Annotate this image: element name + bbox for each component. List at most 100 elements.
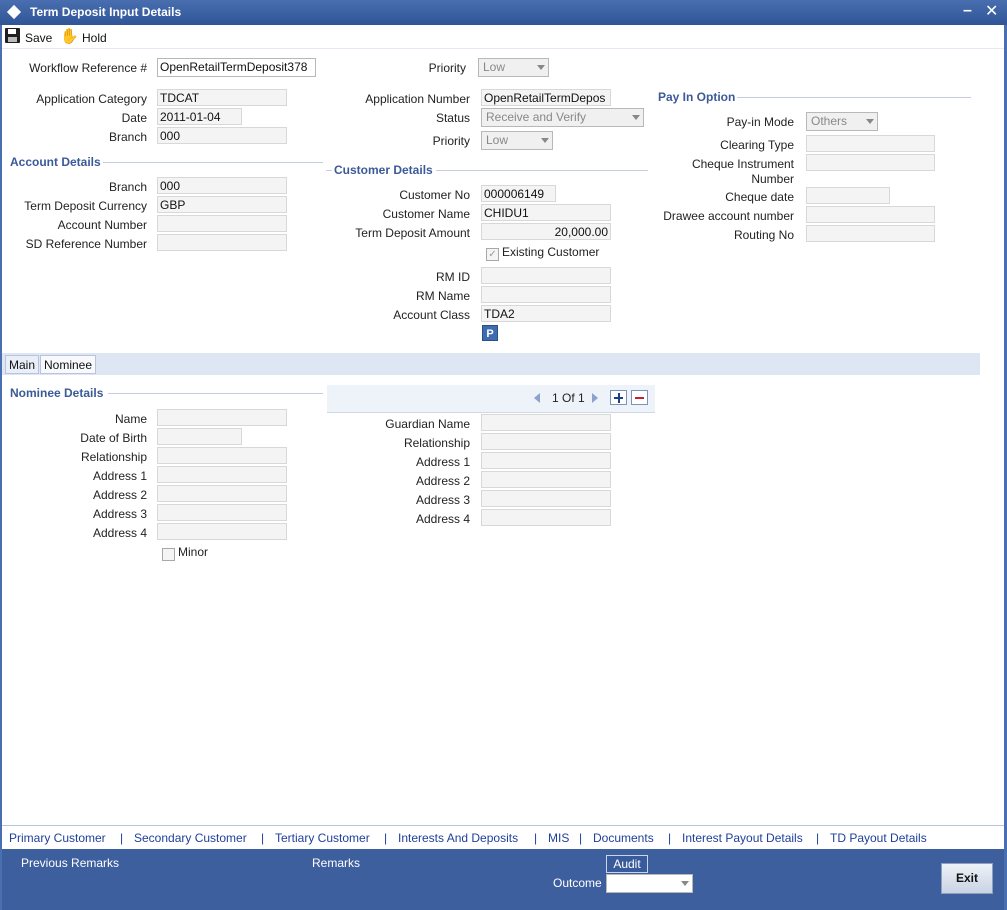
save-icon[interactable]	[5, 28, 20, 43]
customer-name-field[interactable]: CHIDU1	[481, 204, 611, 221]
link-separator: |	[261, 831, 265, 845]
nominee-address1-field[interactable]	[157, 466, 287, 483]
existing-customer-checkbox[interactable]: ✓	[486, 248, 499, 261]
window-frame-left	[0, 25, 2, 910]
td-amount-label: Term Deposit Amount	[355, 226, 470, 240]
cheque-instrument-field[interactable]	[806, 154, 935, 171]
existing-customer-label: Existing Customer	[502, 245, 600, 259]
link-interest-payout[interactable]: Interest Payout Details	[682, 831, 803, 845]
pager-text: 1 Of 1	[552, 391, 585, 405]
guardian-name-field[interactable]	[481, 414, 611, 431]
link-separator: |	[120, 831, 124, 845]
drawee-account-label: Drawee account number	[663, 209, 794, 223]
branch-field[interactable]: 000	[157, 127, 287, 144]
customer-details-divider-left	[326, 170, 332, 171]
hold-hand-icon[interactable]: ✋	[60, 27, 79, 45]
customer-no-field[interactable]: 000006149	[481, 185, 556, 202]
workflow-ref-label: Workflow Reference #	[29, 61, 147, 75]
pay-in-mode-label: Pay-in Mode	[726, 115, 794, 129]
account-class-field[interactable]: TDA2	[481, 305, 611, 322]
delete-row-icon[interactable]	[631, 390, 648, 405]
routing-no-field[interactable]	[806, 225, 935, 242]
workflow-ref-field[interactable]: OpenRetailTermDeposit378	[157, 58, 316, 77]
guardian-relationship-field[interactable]	[481, 433, 611, 450]
pay-in-title: Pay In Option	[658, 90, 736, 104]
footer-bar	[2, 849, 1004, 910]
account-class-lookup-button[interactable]: P	[482, 325, 498, 341]
title-bar: Term Deposit Input Details – ✕	[0, 0, 1007, 25]
customer-details-divider	[436, 170, 648, 171]
nominee-details-title: Nominee Details	[10, 386, 104, 400]
status-select[interactable]: Receive and Verify	[481, 108, 644, 127]
app-category-field[interactable]: TDCAT	[157, 89, 287, 106]
link-tertiary-customer[interactable]: Tertiary Customer	[275, 831, 370, 845]
minor-label: Minor	[178, 545, 209, 559]
outcome-select[interactable]	[606, 874, 693, 893]
link-documents[interactable]: Documents	[593, 831, 654, 845]
link-separator: |	[816, 831, 820, 845]
audit-button[interactable]: Audit	[606, 855, 648, 873]
link-separator: |	[534, 831, 538, 845]
next-page-icon[interactable]	[592, 393, 598, 403]
rm-id-field[interactable]	[481, 267, 611, 284]
sd-ref-field[interactable]	[157, 234, 287, 251]
priority-select[interactable]: Low	[478, 58, 549, 77]
app-diamond-icon	[6, 4, 22, 20]
nominee-name-label: Name	[114, 412, 147, 426]
nominee-address2-label: Address 2	[92, 488, 147, 502]
tab-main[interactable]: Main	[5, 355, 40, 374]
priority2-label: Priority	[432, 134, 470, 148]
customer-details-title: Customer Details	[334, 163, 433, 177]
priority2-select[interactable]: Low	[481, 131, 553, 150]
guardian-address4-field[interactable]	[481, 509, 611, 526]
link-interests-deposits[interactable]: Interests And Deposits	[398, 831, 518, 845]
previous-remarks-label[interactable]: Previous Remarks	[21, 856, 119, 870]
minimize-icon[interactable]: –	[963, 2, 972, 20]
account-number-field[interactable]	[157, 215, 287, 232]
save-button[interactable]: Save	[25, 31, 52, 45]
status-value: Receive and Verify	[486, 110, 587, 124]
acc-branch-label: Branch	[108, 180, 147, 194]
nominee-address3-label: Address 3	[92, 507, 147, 521]
tab-nominee[interactable]: Nominee	[40, 355, 97, 374]
sd-ref-label: SD Reference Number	[25, 237, 147, 251]
link-secondary-customer[interactable]: Secondary Customer	[134, 831, 247, 845]
date-field[interactable]: 2011-01-04	[157, 108, 242, 125]
rm-name-field[interactable]	[481, 286, 611, 303]
td-currency-field[interactable]: GBP	[157, 196, 287, 213]
link-td-payout[interactable]: TD Payout Details	[830, 831, 927, 845]
exit-button[interactable]: Exit	[941, 863, 993, 894]
previous-page-icon[interactable]	[534, 393, 540, 403]
nominee-relationship-label: Relationship	[80, 450, 147, 464]
guardian-address1-label: Address 1	[415, 455, 470, 469]
minor-checkbox[interactable]	[162, 548, 175, 561]
nominee-address3-field[interactable]	[157, 504, 287, 521]
pay-in-mode-select[interactable]: Others	[806, 112, 878, 131]
cheque-date-field[interactable]	[806, 187, 890, 204]
guardian-address4-label: Address 4	[415, 512, 470, 526]
remarks-label[interactable]: Remarks	[312, 856, 360, 870]
add-row-icon[interactable]	[610, 390, 627, 405]
nominee-relationship-field[interactable]	[157, 447, 287, 464]
close-icon[interactable]: ✕	[985, 1, 998, 21]
hold-button[interactable]: Hold	[82, 31, 107, 45]
guardian-address3-field[interactable]	[481, 490, 611, 507]
rm-id-label: RM ID	[436, 270, 470, 284]
nominee-dob-field[interactable]	[157, 428, 242, 445]
nominee-address4-field[interactable]	[157, 523, 287, 540]
acc-branch-field[interactable]: 000	[157, 177, 287, 194]
td-currency-label: Term Deposit Currency	[24, 199, 147, 213]
guardian-address1-field[interactable]	[481, 452, 611, 469]
td-amount-field[interactable]: 20,000.00	[481, 223, 611, 240]
customer-name-label: Customer Name	[382, 207, 470, 221]
drawee-account-field[interactable]	[806, 206, 935, 223]
nominee-name-field[interactable]	[157, 409, 287, 426]
priority2-value: Low	[486, 133, 509, 147]
nominee-pager-bar	[327, 385, 655, 413]
link-mis[interactable]: MIS	[548, 831, 569, 845]
nominee-address2-field[interactable]	[157, 485, 287, 502]
app-number-field[interactable]: OpenRetailTermDepos	[481, 89, 611, 106]
link-primary-customer[interactable]: Primary Customer	[9, 831, 106, 845]
guardian-address2-field[interactable]	[481, 471, 611, 488]
clearing-type-field[interactable]	[806, 135, 935, 152]
